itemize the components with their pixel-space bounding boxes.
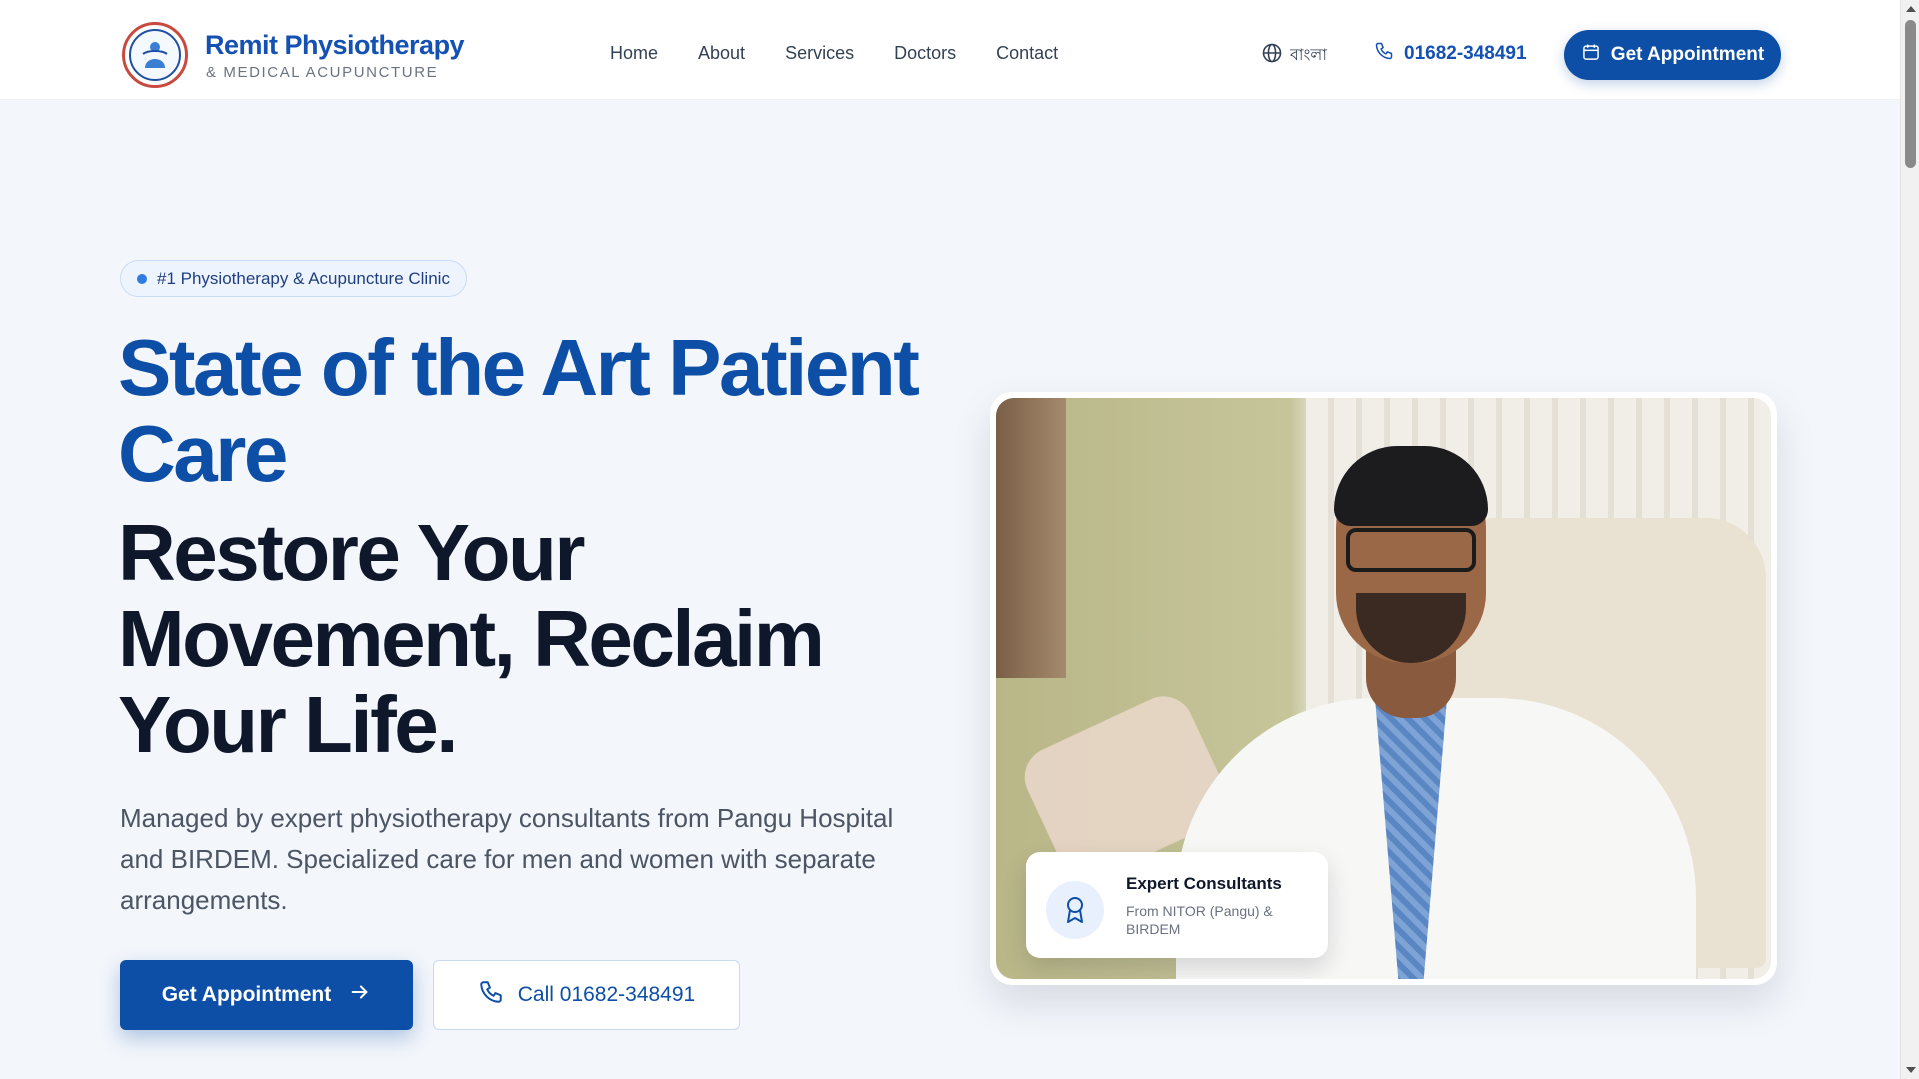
hero-photo-card: Expert Consultants From NITOR (Pangu) & … xyxy=(990,392,1777,985)
nav-item-contact[interactable]: Contact xyxy=(996,43,1058,64)
calendar-icon xyxy=(1581,42,1601,68)
brand-name[interactable]: Remit Physiotherapy xyxy=(205,30,465,61)
header-appointment-button[interactable]: Get Appointment xyxy=(1564,30,1781,80)
language-switcher[interactable]: বাংলা xyxy=(1262,42,1327,69)
hero-appointment-button[interactable]: Get Appointment xyxy=(120,960,413,1030)
main-nav: Home About Services Doctors Contact xyxy=(610,43,1098,64)
nav-item-services[interactable]: Services xyxy=(785,43,854,64)
header-phone-number: 01682-348491 xyxy=(1404,43,1527,64)
scroll-up-arrow-icon[interactable] xyxy=(1906,6,1916,12)
language-label: বাংলা xyxy=(1290,47,1327,64)
info-card-title: Expert Consultants xyxy=(1126,874,1282,893)
hero-call-label: Call 01682-348491 xyxy=(517,983,696,1006)
doctor-photo: Expert Consultants From NITOR (Pangu) & … xyxy=(996,398,1771,979)
header-appointment-label: Get Appointment xyxy=(1610,44,1765,65)
info-card-subtitle: From NITOR (Pangu) & BIRDEM xyxy=(1126,903,1273,937)
badge-dot-icon xyxy=(137,274,147,284)
site-header: Remit Physiotherapy & MEDICAL ACUPUNCTUR… xyxy=(0,0,1900,100)
nav-item-doctors[interactable]: Doctors xyxy=(894,43,956,64)
award-icon xyxy=(1046,881,1104,939)
header-phone-link[interactable]: 01682-348491 xyxy=(1374,41,1527,67)
brand-subtitle: & MEDICAL ACUPUNCTURE xyxy=(206,64,439,81)
hero-appointment-label: Get Appointment xyxy=(161,983,332,1006)
hero-badge: #1 Physiotherapy & Acupuncture Clinic xyxy=(120,260,467,297)
arrow-right-icon xyxy=(349,981,371,1009)
page-scrollbar[interactable] xyxy=(1900,0,1919,1079)
hero-headline-primary: State of the Art Patient Care xyxy=(118,323,920,498)
scroll-thumb[interactable] xyxy=(1905,20,1916,168)
phone-icon xyxy=(478,979,504,1011)
phone-icon xyxy=(1374,41,1394,67)
scroll-down-arrow-icon[interactable] xyxy=(1906,1067,1916,1073)
photo-door-frame xyxy=(996,398,1066,678)
nav-item-home[interactable]: Home xyxy=(610,43,658,64)
expert-consultants-card: Expert Consultants From NITOR (Pangu) & … xyxy=(1026,852,1328,958)
hero-description: Managed by expert physiotherapy consulta… xyxy=(120,803,894,915)
photo-doctor-glasses xyxy=(1346,528,1476,572)
clinic-logo-icon[interactable] xyxy=(122,22,188,88)
hero-headline-secondary: Restore Your Movement, Reclaim Your Life… xyxy=(118,508,825,769)
hero-badge-text: #1 Physiotherapy & Acupuncture Clinic xyxy=(157,269,450,288)
hero-call-button[interactable]: Call 01682-348491 xyxy=(433,960,740,1030)
nav-item-about[interactable]: About xyxy=(698,43,745,64)
globe-icon xyxy=(1262,43,1282,68)
